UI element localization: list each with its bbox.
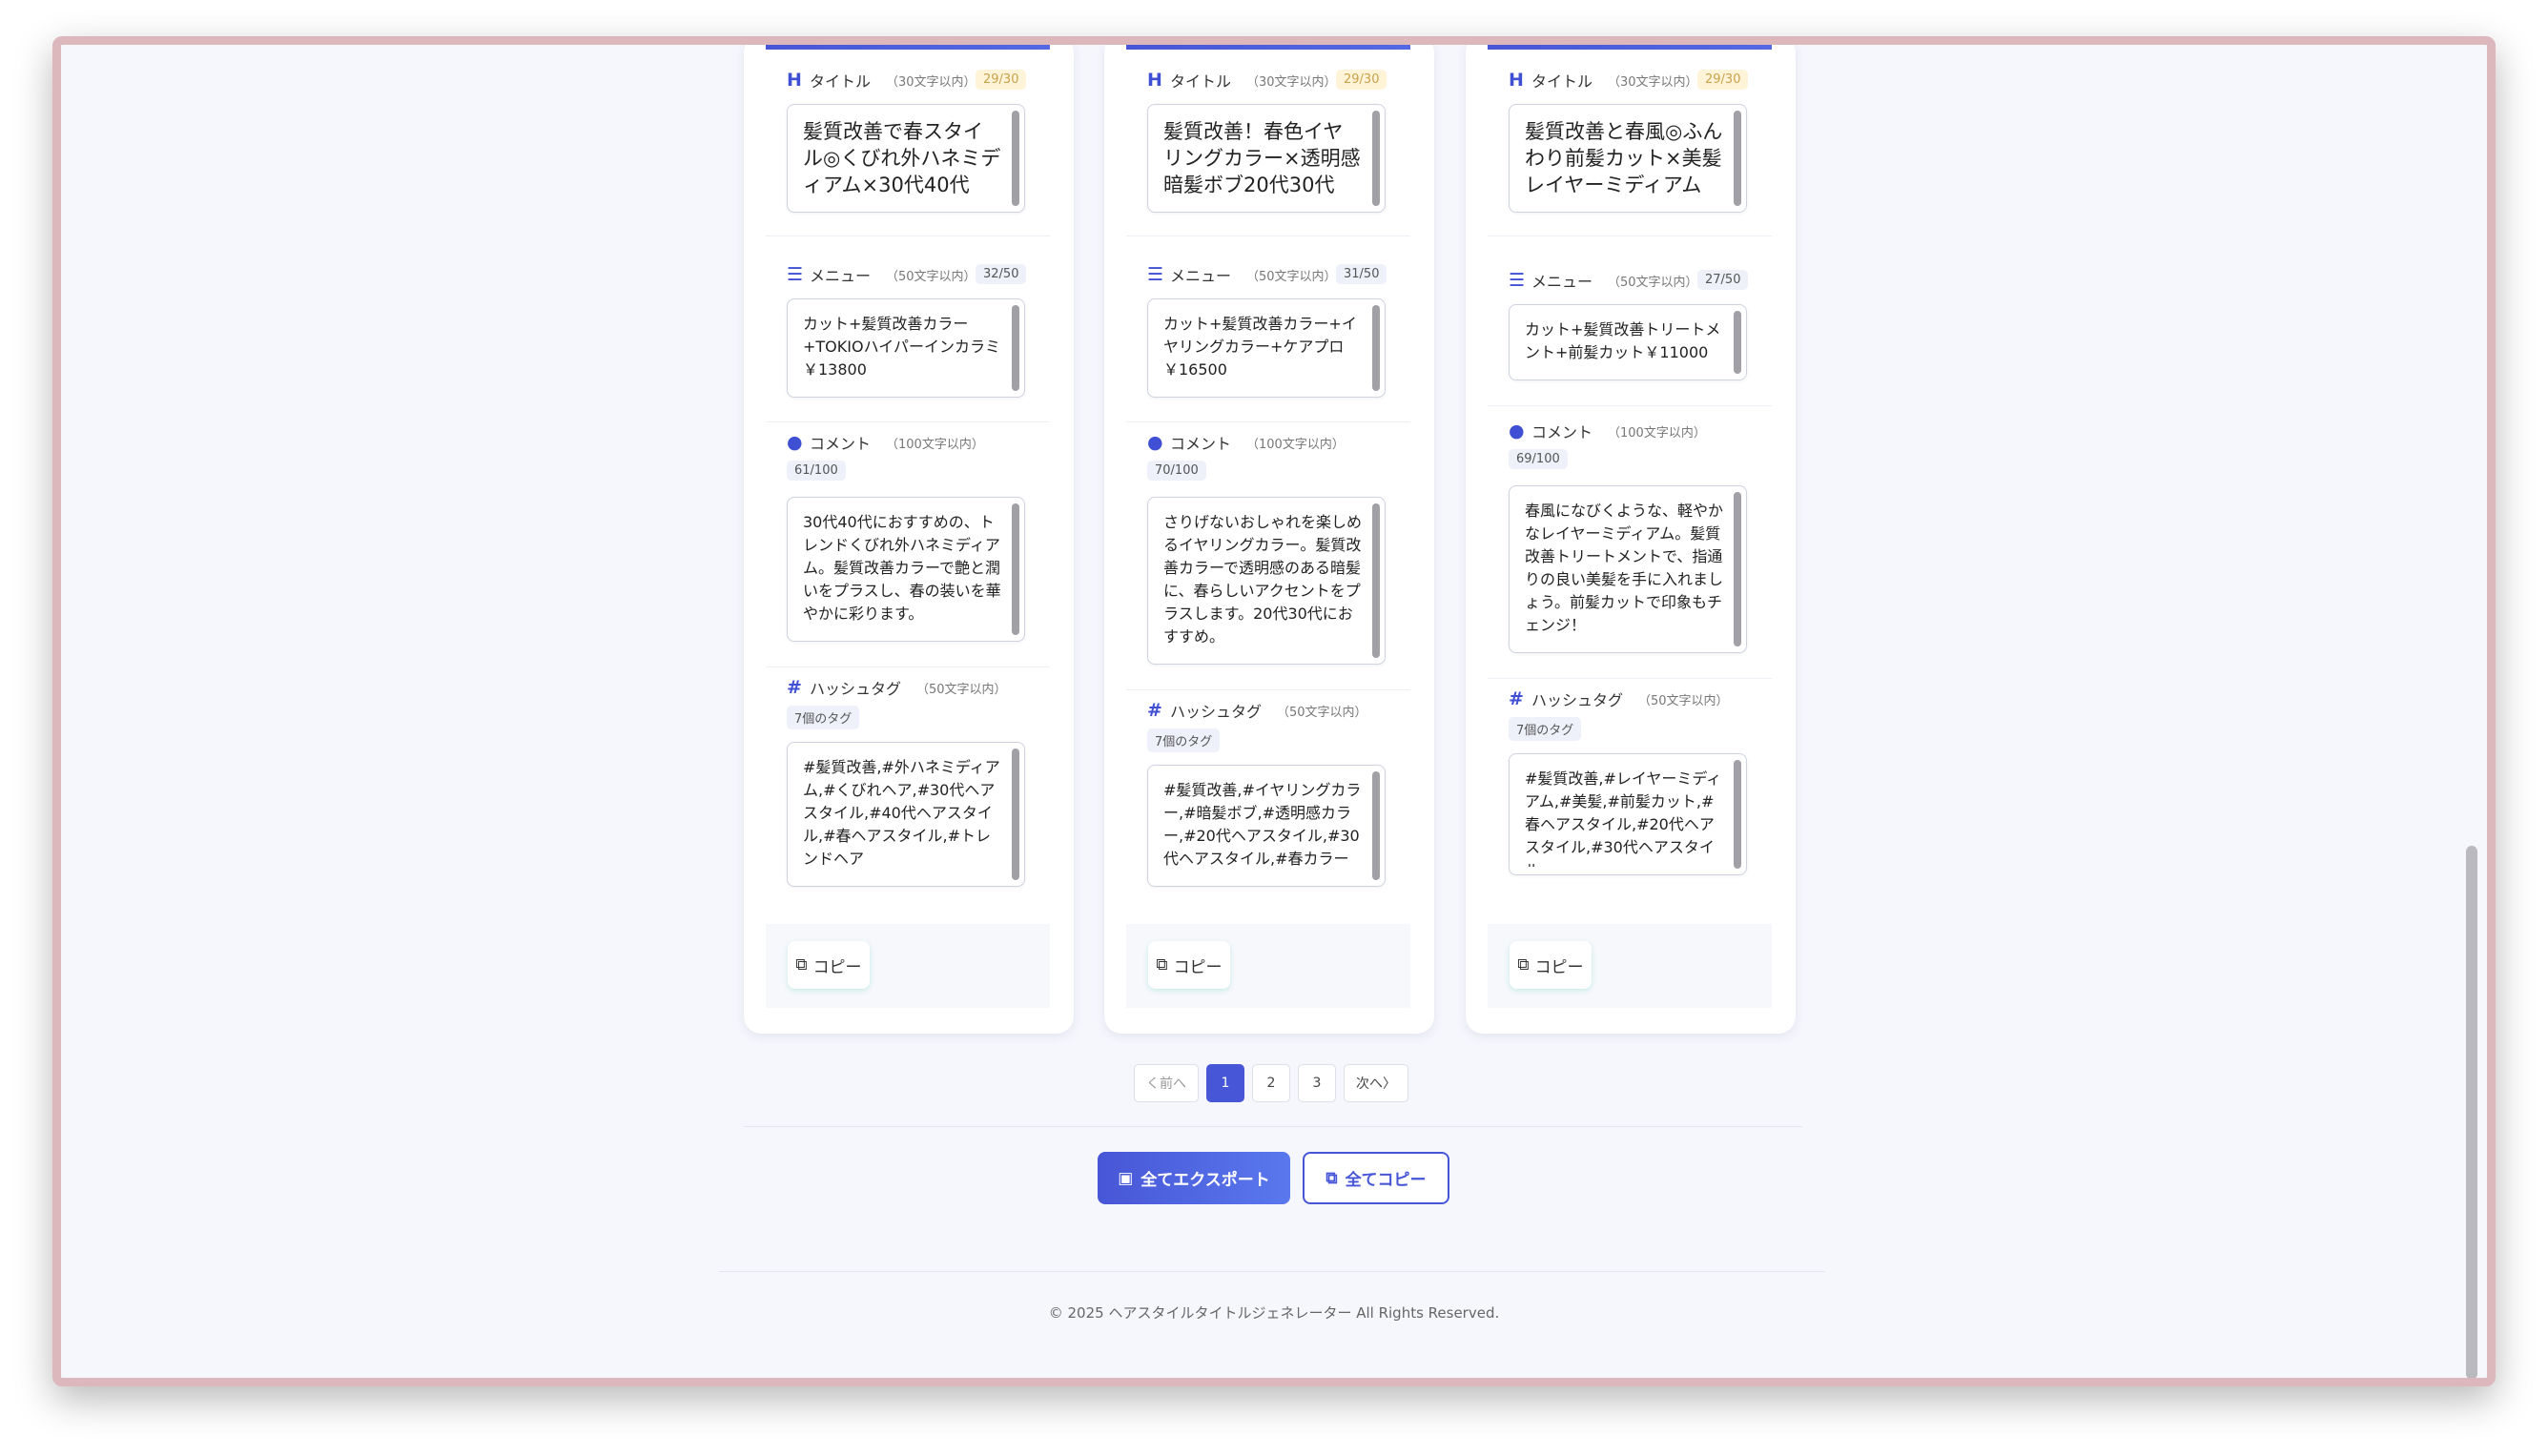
- divider: [1488, 405, 1772, 406]
- hashtag-count-badge: 7個のタグ: [1509, 717, 1582, 741]
- title-count-badge: 29/30: [1336, 70, 1387, 90]
- app-window: H タイトル （30文字以内） 29/30 髪質改善で春スタイル◎くびれ外ハネミ…: [52, 36, 2496, 1386]
- divider: [1126, 421, 1410, 422]
- comment-textarea[interactable]: さりげないおしゃれを楽しめるイヤリングカラー。髪質改善カラーで透明感のある暗髪に…: [1147, 497, 1386, 665]
- copy-button[interactable]: ⧉ コピー: [1510, 941, 1592, 989]
- card-accent-bar: [766, 45, 1050, 50]
- copy-button[interactable]: ⧉ コピー: [1148, 941, 1230, 989]
- title-count-badge: 29/30: [1697, 70, 1749, 90]
- copy-icon: ⧉: [795, 955, 808, 974]
- title-label-row: H タイトル （30文字以内）: [1147, 70, 1337, 91]
- comment-textarea[interactable]: 春風になびくような、軽やかなレイヤーミディアム。髪質改善トリートメントで、指通り…: [1509, 485, 1747, 653]
- pagination-page-1[interactable]: 1: [1206, 1064, 1244, 1102]
- export-all-button[interactable]: ▣ 全てエクスポート: [1098, 1152, 1290, 1204]
- menu-label-row: ☰ メニュー （50文字以内）: [1147, 264, 1337, 285]
- hashtag-count-badge: 7個のタグ: [1147, 728, 1221, 752]
- textarea-scrollbar[interactable]: [1372, 503, 1380, 658]
- heading-icon: H: [1147, 70, 1162, 91]
- title-textarea[interactable]: 髪質改善で春スタイル◎くびれ外ハネミディアム×30代40代: [787, 104, 1025, 213]
- pagination: く前へ 1 2 3 次へ〉: [1134, 1064, 1408, 1102]
- textarea-scrollbar[interactable]: [1372, 305, 1380, 391]
- page-scrollbar[interactable]: [2466, 45, 2481, 1378]
- heading-icon: H: [1509, 70, 1524, 91]
- comment-label-row: ● コメント （100文字以内）: [787, 432, 984, 453]
- hashtag-count-badge: 7個のタグ: [787, 706, 860, 729]
- comment-count-badge: 70/100: [1147, 461, 1206, 481]
- speech-bubble-icon: ●: [1147, 432, 1163, 453]
- menu-count-badge: 27/50: [1697, 270, 1749, 290]
- copy-icon: ⧉: [1156, 955, 1168, 974]
- copy-all-button[interactable]: ⧉ 全てコピー: [1303, 1152, 1449, 1204]
- comment-label-row: ● コメント （100文字以内）: [1147, 432, 1345, 453]
- list-icon: ☰: [1147, 264, 1164, 285]
- hashtag-textarea[interactable]: #髪質改善,#イヤリングカラー,#暗髪ボブ,#透明感カラー,#20代ヘアスタイル…: [1147, 765, 1386, 887]
- title-textarea[interactable]: 髪質改善！春色イヤリングカラー×透明感暗髪ボブ20代30代: [1147, 104, 1386, 213]
- textarea-scrollbar[interactable]: [1012, 503, 1019, 635]
- hashtag-label-row: # ハッシュタグ （50文字以内）: [1147, 700, 1367, 721]
- menu-textarea[interactable]: カット+髪質改善トリートメント+前髪カット￥11000: [1509, 304, 1747, 380]
- textarea-scrollbar[interactable]: [1734, 111, 1741, 206]
- list-icon: ☰: [787, 264, 804, 285]
- comment-textarea[interactable]: 30代40代におすすめの、トレンドくびれ外ハネミディアム。髪質改善カラーで艶と潤…: [787, 497, 1025, 642]
- card-accent-bar: [1488, 45, 1772, 50]
- copy-icon: ⧉: [1517, 955, 1530, 974]
- divider: [766, 421, 1050, 422]
- comment-label-row: ● コメント （100文字以内）: [1509, 420, 1706, 441]
- card-footer: ⧉ コピー: [766, 924, 1050, 1008]
- title-label-row: H タイトル （30文字以内）: [1509, 70, 1698, 91]
- page-scrollbar-thumb[interactable]: [2466, 846, 2477, 1378]
- export-file-icon: ▣: [1118, 1168, 1134, 1188]
- menu-label-row: ☰ メニュー （50文字以内）: [1509, 270, 1698, 291]
- hash-icon: #: [1509, 688, 1524, 709]
- textarea-scrollbar[interactable]: [1372, 111, 1380, 206]
- textarea-scrollbar[interactable]: [1012, 111, 1019, 206]
- textarea-scrollbar[interactable]: [1734, 760, 1741, 869]
- pagination-next-button[interactable]: 次へ〉: [1344, 1064, 1408, 1102]
- menu-count-badge: 32/50: [976, 264, 1027, 284]
- menu-textarea[interactable]: カット+髪質改善カラー+TOKIOハイパーインカラミ￥13800: [787, 298, 1025, 398]
- card-accent-bar: [1126, 45, 1410, 50]
- textarea-scrollbar[interactable]: [1012, 305, 1019, 391]
- divider: [1126, 689, 1410, 690]
- section-divider: [744, 1126, 1802, 1127]
- comment-count-badge: 61/100: [787, 461, 846, 481]
- title-textarea[interactable]: 髪質改善と春風◎ふんわり前髪カット×美髪レイヤーミディアム: [1509, 104, 1747, 213]
- copy-button[interactable]: ⧉ コピー: [788, 941, 870, 989]
- footer-divider: [719, 1271, 1825, 1272]
- title-label-row: H タイトル （30文字以内）: [787, 70, 976, 91]
- textarea-scrollbar[interactable]: [1372, 771, 1380, 880]
- result-card: H タイトル （30文字以内） 29/30 髪質改善！春色イヤリングカラー×透明…: [1104, 45, 1434, 1034]
- menu-textarea[interactable]: カット+髪質改善カラー+イヤリングカラー+ケアプロ￥16500: [1147, 298, 1386, 398]
- result-card: H タイトル （30文字以内） 29/30 髪質改善で春スタイル◎くびれ外ハネミ…: [744, 45, 1074, 1034]
- textarea-scrollbar[interactable]: [1734, 492, 1741, 646]
- divider: [766, 666, 1050, 667]
- menu-count-badge: 31/50: [1336, 264, 1387, 284]
- textarea-scrollbar[interactable]: [1012, 749, 1019, 880]
- hashtag-textarea[interactable]: #髪質改善,#外ハネミディアム,#くびれヘア,#30代ヘアスタイル,#40代ヘア…: [787, 742, 1025, 887]
- card-footer: ⧉ コピー: [1126, 924, 1410, 1008]
- speech-bubble-icon: ●: [1509, 420, 1525, 441]
- textarea-scrollbar[interactable]: [1734, 311, 1741, 374]
- card-footer: ⧉ コピー: [1488, 924, 1772, 1008]
- speech-bubble-icon: ●: [787, 432, 803, 453]
- hash-icon: #: [1147, 700, 1162, 721]
- footer-copyright: © 2025 ヘアスタイルタイトルジェネレーター All Rights Rese…: [1048, 1304, 1500, 1322]
- hashtag-label-row: # ハッシュタグ （50文字以内）: [787, 677, 1007, 698]
- menu-label-row: ☰ メニュー （50文字以内）: [787, 264, 976, 285]
- hashtag-textarea[interactable]: #髪質改善,#レイヤーミディアム,#美髪,#前髪カット,#春ヘアスタイル,#20…: [1509, 753, 1747, 875]
- pagination-page-3[interactable]: 3: [1298, 1064, 1336, 1102]
- comment-count-badge: 69/100: [1509, 449, 1568, 469]
- title-count-badge: 29/30: [976, 70, 1027, 90]
- hashtag-label-row: # ハッシュタグ （50文字以内）: [1509, 688, 1729, 709]
- result-card: H タイトル （30文字以内） 29/30 髪質改善と春風◎ふんわり前髪カット×…: [1466, 45, 1796, 1034]
- copy-icon: ⧉: [1325, 1168, 1338, 1188]
- pagination-page-2[interactable]: 2: [1252, 1064, 1290, 1102]
- list-icon: ☰: [1509, 270, 1526, 291]
- heading-icon: H: [787, 70, 802, 91]
- divider: [1488, 678, 1772, 679]
- pagination-prev-button[interactable]: く前へ: [1134, 1064, 1199, 1102]
- hash-icon: #: [787, 677, 802, 698]
